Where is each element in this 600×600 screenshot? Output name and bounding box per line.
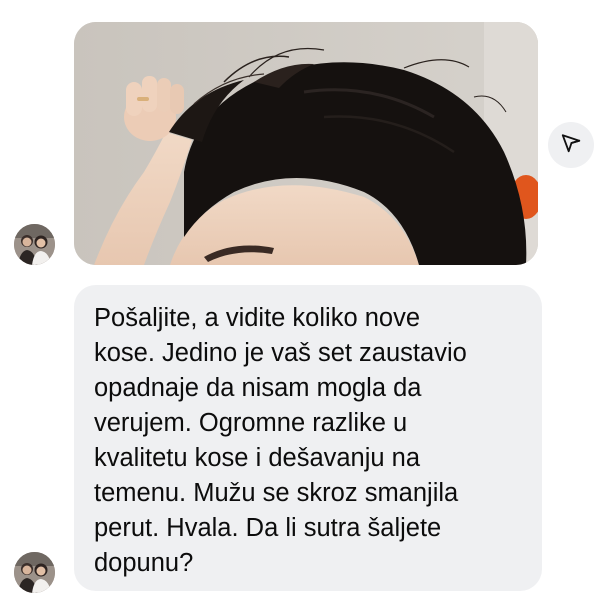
share-button[interactable] [548, 122, 594, 168]
message-text: Pošaljite, a vidite koliko nove kose. Je… [94, 304, 467, 577]
paper-plane-icon [560, 132, 582, 159]
contact-avatar[interactable] [14, 224, 55, 265]
text-message-bubble[interactable]: Pošaljite, a vidite koliko nove kose. Je… [74, 285, 542, 591]
avatar-photo [14, 552, 55, 593]
chat-thread: Pošaljite, a vidite koliko nove kose. Je… [0, 0, 600, 600]
contact-avatar[interactable] [14, 552, 55, 593]
image-message[interactable] [74, 22, 538, 265]
hair-photo [74, 22, 538, 265]
avatar-photo [14, 224, 55, 265]
